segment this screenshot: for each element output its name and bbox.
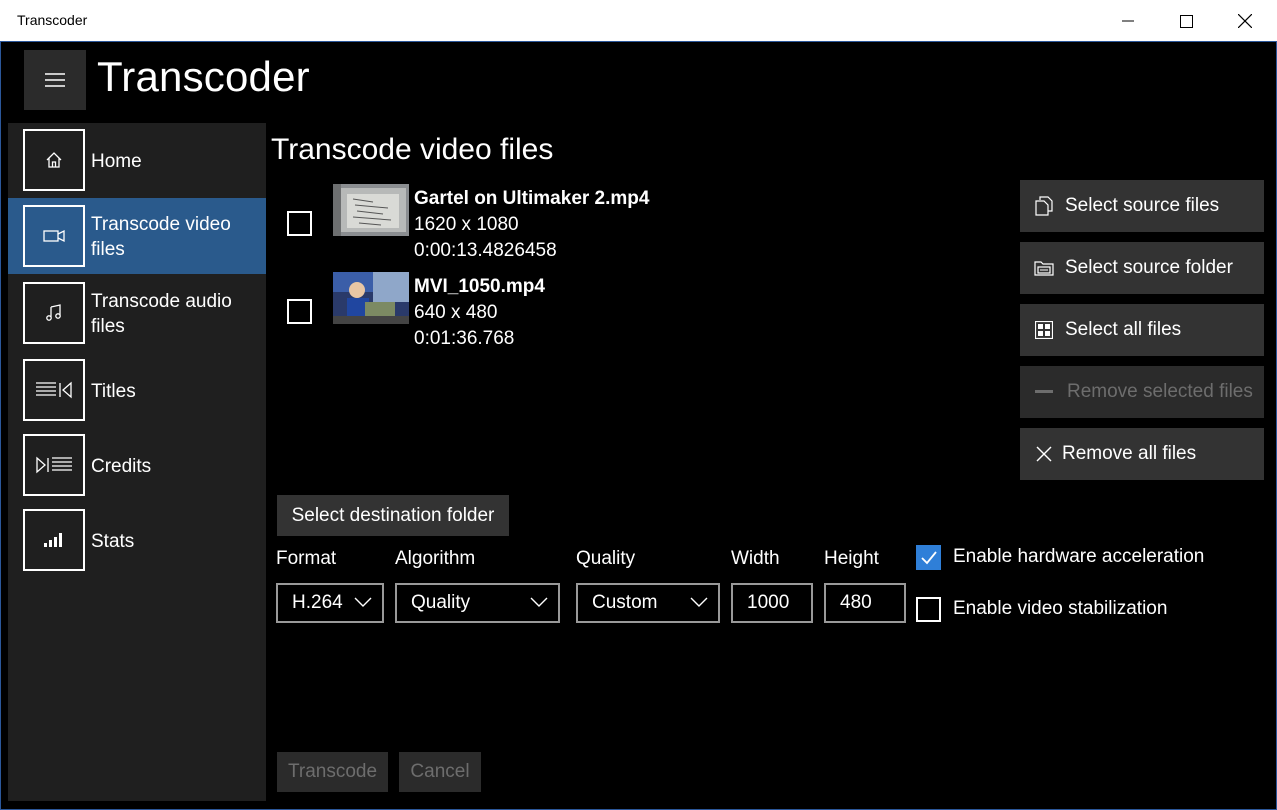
file-list-item[interactable]: MVI_1050.mp4 640 x 480 0:01:36.768 — [280, 272, 700, 352]
button-label: Select source folder — [1065, 257, 1233, 278]
width-label: Width — [731, 548, 780, 569]
hardware-acceleration-checkbox[interactable] — [916, 545, 941, 570]
stats-icon — [23, 509, 85, 571]
copy-icon — [1033, 195, 1055, 217]
quality-value: Custom — [592, 592, 658, 613]
button-label: Remove all files — [1062, 443, 1197, 464]
close-button[interactable] — [1216, 0, 1274, 42]
nav-label: Credits — [91, 456, 152, 477]
format-value: H.264 — [292, 592, 343, 613]
hamburger-icon — [45, 73, 65, 87]
file-resolution: 1620 x 1080 — [414, 214, 519, 235]
home-icon — [23, 129, 85, 191]
nav-label: Transcode audio files — [91, 291, 232, 337]
nav-item-titles[interactable]: Titles — [8, 352, 266, 428]
chevron-down-icon — [354, 597, 372, 607]
titles-icon — [23, 359, 85, 421]
nav-label: Titles — [91, 381, 136, 402]
select-all-files-button[interactable]: Select all files — [1020, 304, 1264, 356]
nav-item-home[interactable]: Home — [8, 123, 266, 199]
algorithm-dropdown[interactable]: Quality — [395, 583, 560, 623]
quality-dropdown[interactable]: Custom — [576, 583, 720, 623]
format-label: Format — [276, 548, 337, 569]
width-input[interactable]: 1000 — [731, 583, 813, 623]
height-label: Height — [824, 548, 879, 569]
nav-label: Stats — [91, 531, 135, 552]
credits-icon — [23, 434, 85, 496]
select-source-files-button[interactable]: Select source files — [1020, 180, 1264, 232]
button-label: Remove selected files — [1067, 381, 1253, 402]
cancel-button[interactable]: Cancel — [399, 752, 481, 792]
file-checkbox[interactable] — [287, 211, 312, 236]
folder-icon — [1033, 257, 1055, 279]
video-camera-icon — [23, 205, 85, 267]
close-icon — [1238, 14, 1252, 28]
transcode-button[interactable]: Transcode — [277, 752, 388, 792]
nav-item-stats[interactable]: Stats — [8, 502, 266, 578]
video-thumbnail — [333, 272, 409, 324]
nav-label: Transcode video files — [91, 214, 231, 260]
app-title: Transcoder — [97, 53, 310, 100]
chevron-down-icon — [690, 597, 708, 607]
minus-icon — [1033, 381, 1055, 403]
remove-selected-files-button[interactable]: Remove selected files — [1020, 366, 1264, 418]
maximize-icon — [1179, 14, 1193, 28]
window-titlebar: Transcoder — [0, 0, 1277, 42]
nav-item-credits[interactable]: Credits — [8, 427, 266, 503]
video-stabilization-checkbox[interactable] — [916, 597, 941, 622]
maximize-button[interactable] — [1157, 0, 1215, 42]
file-name: MVI_1050.mp4 — [414, 276, 545, 297]
height-input[interactable]: 480 — [824, 583, 906, 623]
page-heading: Transcode video files — [271, 133, 554, 166]
nav-label: Home — [91, 151, 142, 172]
hardware-acceleration-label: Enable hardware acceleration — [953, 546, 1205, 567]
nav-item-transcode-audio[interactable]: Transcode audio files — [8, 275, 266, 351]
file-name: Gartel on Ultimaker 2.mp4 — [414, 188, 650, 209]
button-label: Select all files — [1065, 319, 1182, 340]
button-label: Select source files — [1065, 195, 1220, 216]
file-resolution: 640 x 480 — [414, 302, 498, 323]
window-title: Transcoder — [17, 12, 88, 28]
video-stabilization-label: Enable video stabilization — [953, 598, 1168, 619]
grid-icon — [1033, 319, 1055, 341]
chevron-down-icon — [530, 597, 548, 607]
music-note-icon — [23, 282, 85, 344]
remove-all-files-button[interactable]: Remove all files — [1020, 428, 1264, 480]
quality-label: Quality — [576, 548, 636, 569]
algorithm-value: Quality — [411, 592, 471, 613]
select-destination-folder-button[interactable]: Select destination folder — [277, 495, 509, 536]
hamburger-button[interactable] — [24, 50, 86, 110]
minimize-icon — [1122, 20, 1134, 22]
file-duration: 0:01:36.768 — [414, 328, 515, 349]
close-icon — [1033, 443, 1055, 465]
minimize-button[interactable] — [1099, 0, 1157, 42]
format-dropdown[interactable]: H.264 — [276, 583, 384, 623]
select-source-folder-button[interactable]: Select source folder — [1020, 242, 1264, 294]
file-duration: 0:00:13.4826458 — [414, 240, 557, 261]
file-checkbox[interactable] — [287, 299, 312, 324]
file-list-item[interactable]: Gartel on Ultimaker 2.mp4 1620 x 1080 0:… — [280, 184, 700, 264]
sidebar: Home Transcode video files Transcode aud… — [8, 123, 266, 801]
video-thumbnail — [333, 184, 409, 236]
checkmark-icon — [921, 551, 937, 565]
algorithm-label: Algorithm — [395, 548, 476, 569]
nav-item-transcode-video[interactable]: Transcode video files — [8, 198, 266, 274]
